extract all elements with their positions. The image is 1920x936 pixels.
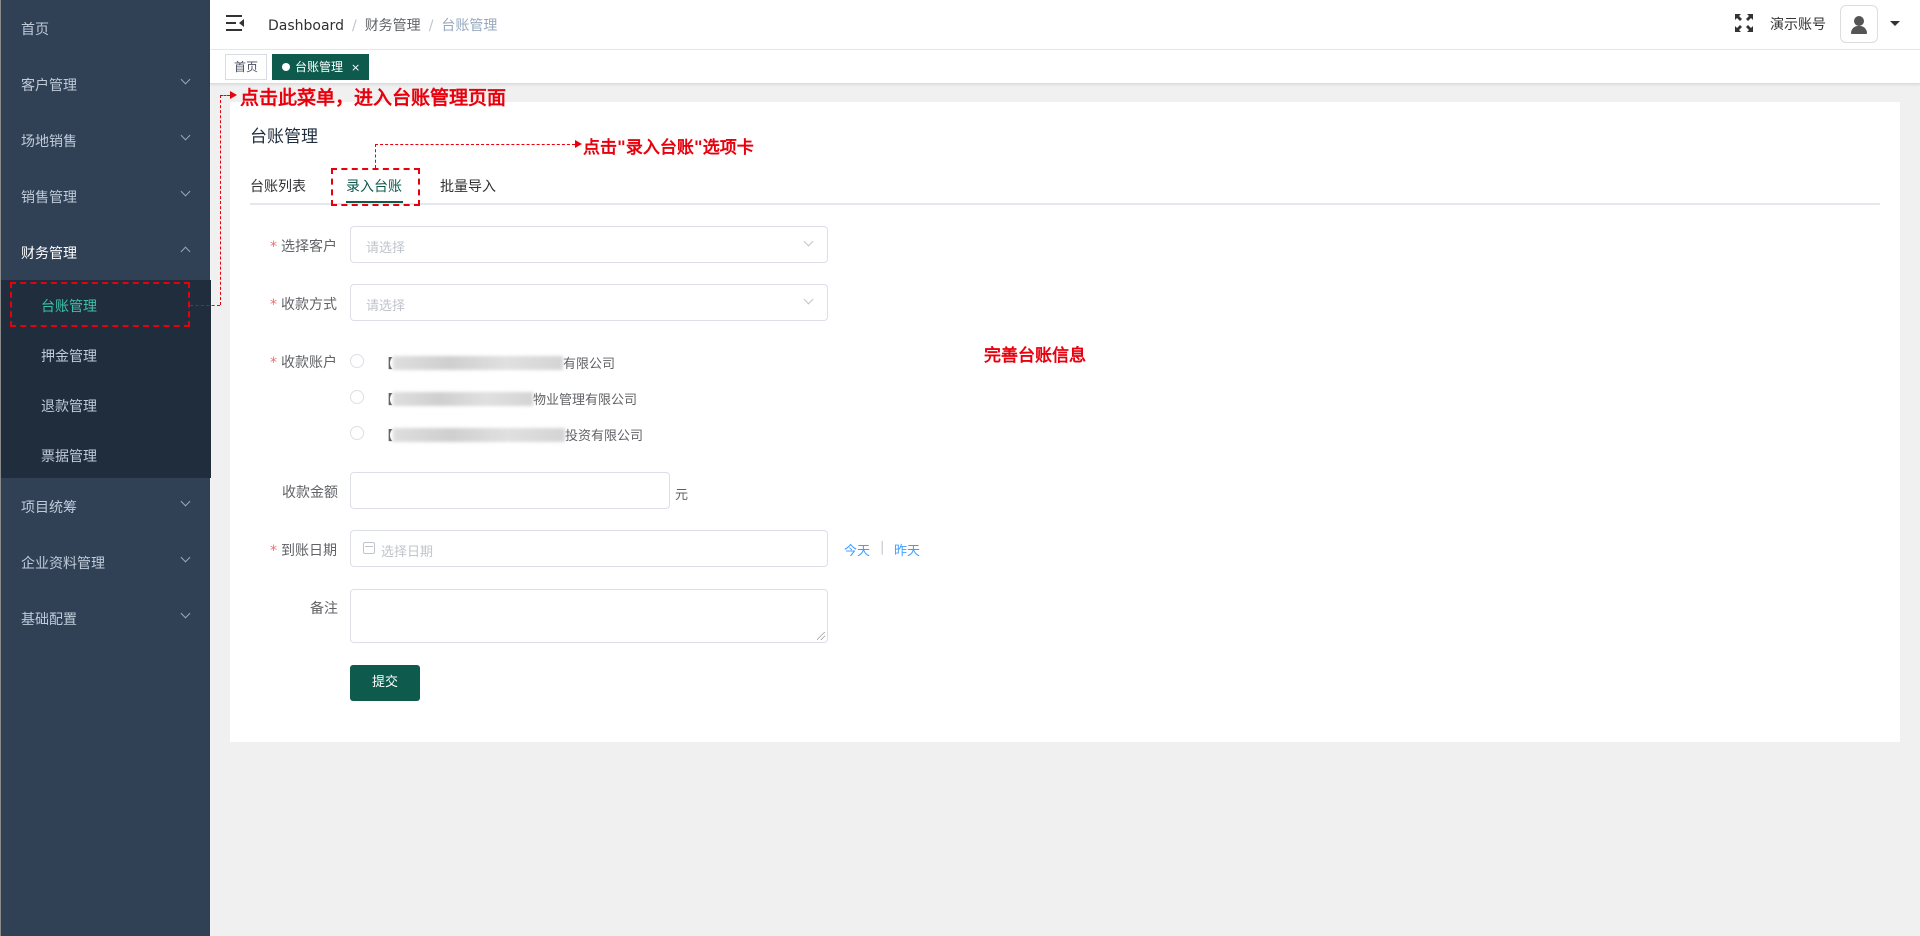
sidebar-item-label: 票据管理 xyxy=(41,449,97,465)
sidebar-item-company-data[interactable]: 企业资料管理 xyxy=(1,534,211,590)
caret-down-icon[interactable] xyxy=(1890,21,1900,26)
annotation-connector xyxy=(375,144,575,145)
account-name[interactable]: 演示账号 xyxy=(1770,14,1826,34)
arrival-date-picker[interactable]: 选择日期 xyxy=(350,530,828,567)
annotation-connector xyxy=(375,144,376,168)
sidebar-item-finance[interactable]: 财务管理 xyxy=(1,224,211,280)
radio-button[interactable] xyxy=(350,390,364,404)
chevron-down-icon xyxy=(180,608,191,619)
fullscreen-icon[interactable] xyxy=(1735,14,1753,32)
annotation-connector xyxy=(220,95,230,96)
page-title: 台账管理 xyxy=(250,127,318,147)
avatar[interactable] xyxy=(1840,5,1878,43)
chevron-down-icon xyxy=(180,552,191,563)
sidebar-item-label: 押金管理 xyxy=(41,349,97,365)
chevron-down-icon xyxy=(180,496,191,507)
calendar-icon xyxy=(363,542,375,554)
sidebar-item-projects[interactable]: 项目统筹 xyxy=(1,478,211,534)
hamburger-icon[interactable] xyxy=(226,15,244,31)
sidebar-item-home[interactable]: 首页 xyxy=(1,0,211,56)
link-separator: | xyxy=(880,540,885,555)
date-placeholder: 选择日期 xyxy=(381,545,434,560)
sidebar-item-label: 财务管理 xyxy=(21,246,77,262)
chevron-down-icon xyxy=(803,294,814,305)
arrival-date-label: * 到账日期 xyxy=(270,543,337,559)
annotation-form-hint: 完善台账信息 xyxy=(984,346,1086,366)
breadcrumb: Dashboard / 财务管理 / 台账管理 xyxy=(268,15,497,35)
today-link[interactable]: 今天 xyxy=(844,540,870,559)
user-icon xyxy=(1854,16,1864,26)
ledger-card: 台账管理 台账列表 录入台账 批量导入 * 选择客户 请选择 * 收款方式 请选择 … xyxy=(230,102,1900,742)
top-navbar: Dashboard / 财务管理 / 台账管理 演示账号 xyxy=(210,0,1920,50)
tag-ledger[interactable]: 台账管理 × xyxy=(272,54,370,80)
breadcrumb-dashboard[interactable]: Dashboard xyxy=(268,18,344,34)
tag-home[interactable]: 首页 xyxy=(225,54,268,80)
amount-input[interactable] xyxy=(350,472,670,509)
sidebar-item-refund[interactable]: 退款管理 xyxy=(1,380,211,430)
menu-highlight-box xyxy=(10,282,190,327)
sidebar-item-label: 项目统筹 xyxy=(21,500,77,516)
breadcrumb-ledger: 台账管理 xyxy=(441,18,498,34)
annotation-connector xyxy=(190,305,220,306)
payment-method-label: * 收款方式 xyxy=(270,297,337,313)
sidebar: 首页 客户管理 场地销售 销售管理 财务管理 台账管理 押金管理 退款管理 票据… xyxy=(0,0,211,936)
sidebar-item-invoice[interactable]: 票据管理 xyxy=(1,430,211,480)
sidebar-item-customers[interactable]: 客户管理 xyxy=(1,56,211,112)
sidebar-item-base-config[interactable]: 基础配置 xyxy=(1,590,211,646)
chevron-down-icon xyxy=(803,236,814,247)
chevron-down-icon xyxy=(180,130,191,141)
chevron-down-icon xyxy=(180,74,191,85)
sidebar-item-label: 基础配置 xyxy=(21,612,77,628)
chevron-down-icon xyxy=(180,186,191,197)
tag-label: 首页 xyxy=(234,60,259,74)
tag-label: 台账管理 xyxy=(295,60,344,74)
sidebar-item-label: 客户管理 xyxy=(21,78,77,94)
arrow-right-icon xyxy=(575,140,582,148)
tab-highlight-box xyxy=(331,168,420,206)
amount-unit: 元 xyxy=(675,488,689,503)
annotation-connector xyxy=(220,95,221,305)
chevron-up-icon xyxy=(180,246,191,257)
payment-method-placeholder: 请选择 xyxy=(366,299,406,314)
remark-textarea[interactable] xyxy=(350,589,828,643)
tab-bar: 台账列表 录入台账 批量导入 xyxy=(250,172,1880,205)
sidebar-item-label: 企业资料管理 xyxy=(21,556,105,572)
arrow-right-icon xyxy=(230,91,237,99)
annotation-tab-hint: 点击"录入台账"选项卡 xyxy=(583,138,754,158)
active-dot-icon xyxy=(282,63,290,71)
radio-button[interactable] xyxy=(350,426,364,440)
sidebar-item-deposit[interactable]: 押金管理 xyxy=(1,330,211,380)
customer-select[interactable]: 请选择 xyxy=(350,226,828,263)
submit-button[interactable]: 提交 xyxy=(350,665,420,701)
sidebar-item-label: 场地销售 xyxy=(21,134,77,150)
resize-handle-icon[interactable] xyxy=(817,632,825,640)
tab-batch-import[interactable]: 批量导入 xyxy=(440,176,496,196)
breadcrumb-separator: / xyxy=(428,18,434,34)
customer-label: * 选择客户 xyxy=(270,239,337,255)
customer-placeholder: 请选择 xyxy=(366,241,406,256)
sidebar-item-label: 销售管理 xyxy=(21,190,77,206)
sidebar-item-sales[interactable]: 销售管理 xyxy=(1,168,211,224)
breadcrumb-finance: 财务管理 xyxy=(364,18,421,34)
breadcrumb-separator: / xyxy=(351,18,357,34)
sidebar-item-label: 首页 xyxy=(21,22,49,38)
tags-view: 首页 台账管理 × xyxy=(210,50,1920,84)
sidebar-item-label: 退款管理 xyxy=(41,399,97,415)
amount-label: 收款金额 xyxy=(282,485,338,501)
tab-ledger-list[interactable]: 台账列表 xyxy=(250,176,306,196)
receiving-account-label: * 收款账户 xyxy=(270,355,337,371)
payment-method-select[interactable]: 请选择 xyxy=(350,284,828,321)
sidebar-item-venue-sales[interactable]: 场地销售 xyxy=(1,112,211,168)
close-icon[interactable]: × xyxy=(351,61,360,74)
yesterday-link[interactable]: 昨天 xyxy=(894,540,920,559)
remark-label: 备注 xyxy=(310,601,338,617)
radio-button[interactable] xyxy=(350,354,364,368)
annotation-menu-hint: 点击此菜单，进入台账管理页面 xyxy=(240,87,507,109)
